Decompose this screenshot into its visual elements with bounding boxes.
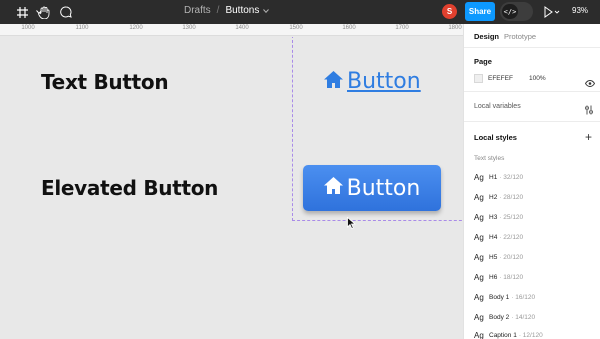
toolbar: Drafts / Buttons S Share </> 93% bbox=[0, 0, 600, 24]
frame-tool-icon[interactable] bbox=[14, 4, 30, 20]
code-icon: </> bbox=[502, 4, 518, 19]
add-icon[interactable]: + bbox=[585, 130, 592, 144]
play-icon[interactable] bbox=[544, 5, 560, 23]
text-style-preview: Ag bbox=[474, 292, 484, 302]
cursor-icon bbox=[347, 216, 356, 234]
text-styles-label: Text styles bbox=[474, 155, 505, 162]
ruler-tick: 1800 bbox=[448, 25, 462, 31]
tab-prototype[interactable]: Prototype bbox=[504, 32, 536, 41]
text-style-preview: Ag bbox=[474, 172, 484, 182]
text-style-size: · 16/120 bbox=[511, 293, 536, 301]
sliders-icon[interactable] bbox=[584, 102, 594, 120]
ruler-tick: 1400 bbox=[235, 25, 249, 31]
page-section-title: Page bbox=[474, 57, 492, 66]
breadcrumb-project[interactable]: Drafts bbox=[184, 5, 211, 16]
chevron-down-icon[interactable] bbox=[263, 5, 270, 16]
text-style-size: · 25/120 bbox=[499, 213, 524, 221]
elevated-button[interactable]: Button bbox=[303, 165, 441, 211]
ruler-tick: 1100 bbox=[75, 25, 89, 31]
file-name[interactable]: Buttons bbox=[225, 5, 259, 16]
breadcrumb-separator: / bbox=[216, 5, 220, 17]
ruler-tick: 1200 bbox=[129, 25, 143, 31]
ruler-tick: 1600 bbox=[342, 25, 356, 31]
text-button[interactable]: Button bbox=[324, 69, 421, 94]
page-color-swatch[interactable] bbox=[474, 74, 483, 83]
text-style-name: Body 1 bbox=[489, 293, 510, 301]
text-style-name: Body 2 bbox=[489, 313, 510, 321]
horizontal-ruler: 1000 1100 1200 1300 1400 1500 1600 1700 … bbox=[0, 24, 463, 36]
dev-mode-toggle[interactable]: </> bbox=[500, 2, 533, 21]
home-icon bbox=[324, 70, 343, 93]
page-opacity-value[interactable]: 100% bbox=[529, 75, 546, 82]
heading-elevated-button[interactable]: Elevated Button bbox=[41, 176, 218, 200]
text-style-preview: Ag bbox=[474, 312, 484, 322]
text-style-name: H1 bbox=[489, 173, 498, 181]
page-color-value[interactable]: EFEFEF bbox=[488, 75, 513, 82]
ruler-tick: 1000 bbox=[21, 25, 35, 31]
text-style-row[interactable]: Ag H3 · 25/120 bbox=[474, 210, 523, 224]
text-style-row[interactable]: Ag H6 · 18/120 bbox=[474, 270, 523, 284]
breadcrumb: Drafts / Buttons bbox=[184, 5, 270, 17]
text-style-preview: Ag bbox=[474, 330, 484, 339]
text-style-name: H4 bbox=[489, 233, 498, 241]
text-style-size: · 22/120 bbox=[499, 233, 524, 241]
text-style-size: · 18/120 bbox=[499, 273, 524, 281]
text-style-preview: Ag bbox=[474, 212, 484, 222]
text-style-size: · 32/120 bbox=[499, 173, 524, 181]
elevated-button-label: Button bbox=[346, 175, 421, 201]
ruler-tick: 1500 bbox=[289, 25, 303, 31]
text-style-row[interactable]: Ag H4 · 22/120 bbox=[474, 230, 523, 244]
local-styles-title: Local styles bbox=[474, 133, 517, 142]
avatar[interactable]: S bbox=[442, 4, 457, 19]
home-icon bbox=[323, 177, 343, 199]
text-style-row[interactable]: Ag Body 2 · 14/120 bbox=[474, 310, 535, 324]
text-style-name: H2 bbox=[489, 193, 498, 201]
text-style-row[interactable]: Ag H2 · 28/120 bbox=[474, 190, 523, 204]
text-style-preview: Ag bbox=[474, 272, 484, 282]
text-style-size: · 14/120 bbox=[511, 313, 536, 321]
tab-design[interactable]: Design bbox=[474, 32, 499, 41]
share-button[interactable]: Share bbox=[465, 2, 495, 21]
text-style-size: · 12/120 bbox=[518, 331, 543, 339]
text-style-preview: Ag bbox=[474, 192, 484, 202]
eye-icon[interactable] bbox=[584, 74, 596, 92]
text-style-name: Caption 1 bbox=[489, 331, 517, 339]
text-style-row[interactable]: Ag H1 · 32/120 bbox=[474, 170, 523, 184]
zoom-level[interactable]: 93% bbox=[572, 6, 588, 15]
panel-tabs: Design Prototype bbox=[464, 24, 600, 48]
text-style-name: H6 bbox=[489, 273, 498, 281]
page-section: Page EFEFEF 100% bbox=[464, 48, 600, 92]
text-style-row[interactable]: Ag Caption 1 · 12/120 bbox=[474, 328, 543, 339]
text-style-name: H3 bbox=[489, 213, 498, 221]
text-button-label: Button bbox=[347, 69, 421, 94]
comment-icon[interactable] bbox=[58, 4, 74, 20]
local-styles-section: Local styles + Text styles Ag H1 · 32/120 … bbox=[464, 122, 600, 339]
text-style-row[interactable]: Ag H5 · 20/120 bbox=[474, 250, 523, 264]
text-style-row[interactable]: Ag Body 1 · 16/120 bbox=[474, 290, 535, 304]
text-style-size: · 20/120 bbox=[499, 253, 524, 261]
heading-text-button[interactable]: Text Button bbox=[41, 70, 169, 94]
text-style-preview: Ag bbox=[474, 252, 484, 262]
properties-panel: Design Prototype Page EFEFEF 100% Local … bbox=[463, 24, 600, 339]
text-style-preview: Ag bbox=[474, 232, 484, 242]
hand-tool-icon[interactable] bbox=[36, 4, 52, 20]
canvas[interactable]: Text Button Elevated Button Button Butto… bbox=[0, 37, 463, 339]
ruler-tick: 1700 bbox=[395, 25, 409, 31]
local-variables-label: Local variables bbox=[474, 103, 521, 110]
text-style-name: H5 bbox=[489, 253, 498, 261]
text-style-size: · 28/120 bbox=[499, 193, 524, 201]
local-variables-row[interactable]: Local variables bbox=[464, 92, 600, 122]
ruler-tick: 1300 bbox=[182, 25, 196, 31]
